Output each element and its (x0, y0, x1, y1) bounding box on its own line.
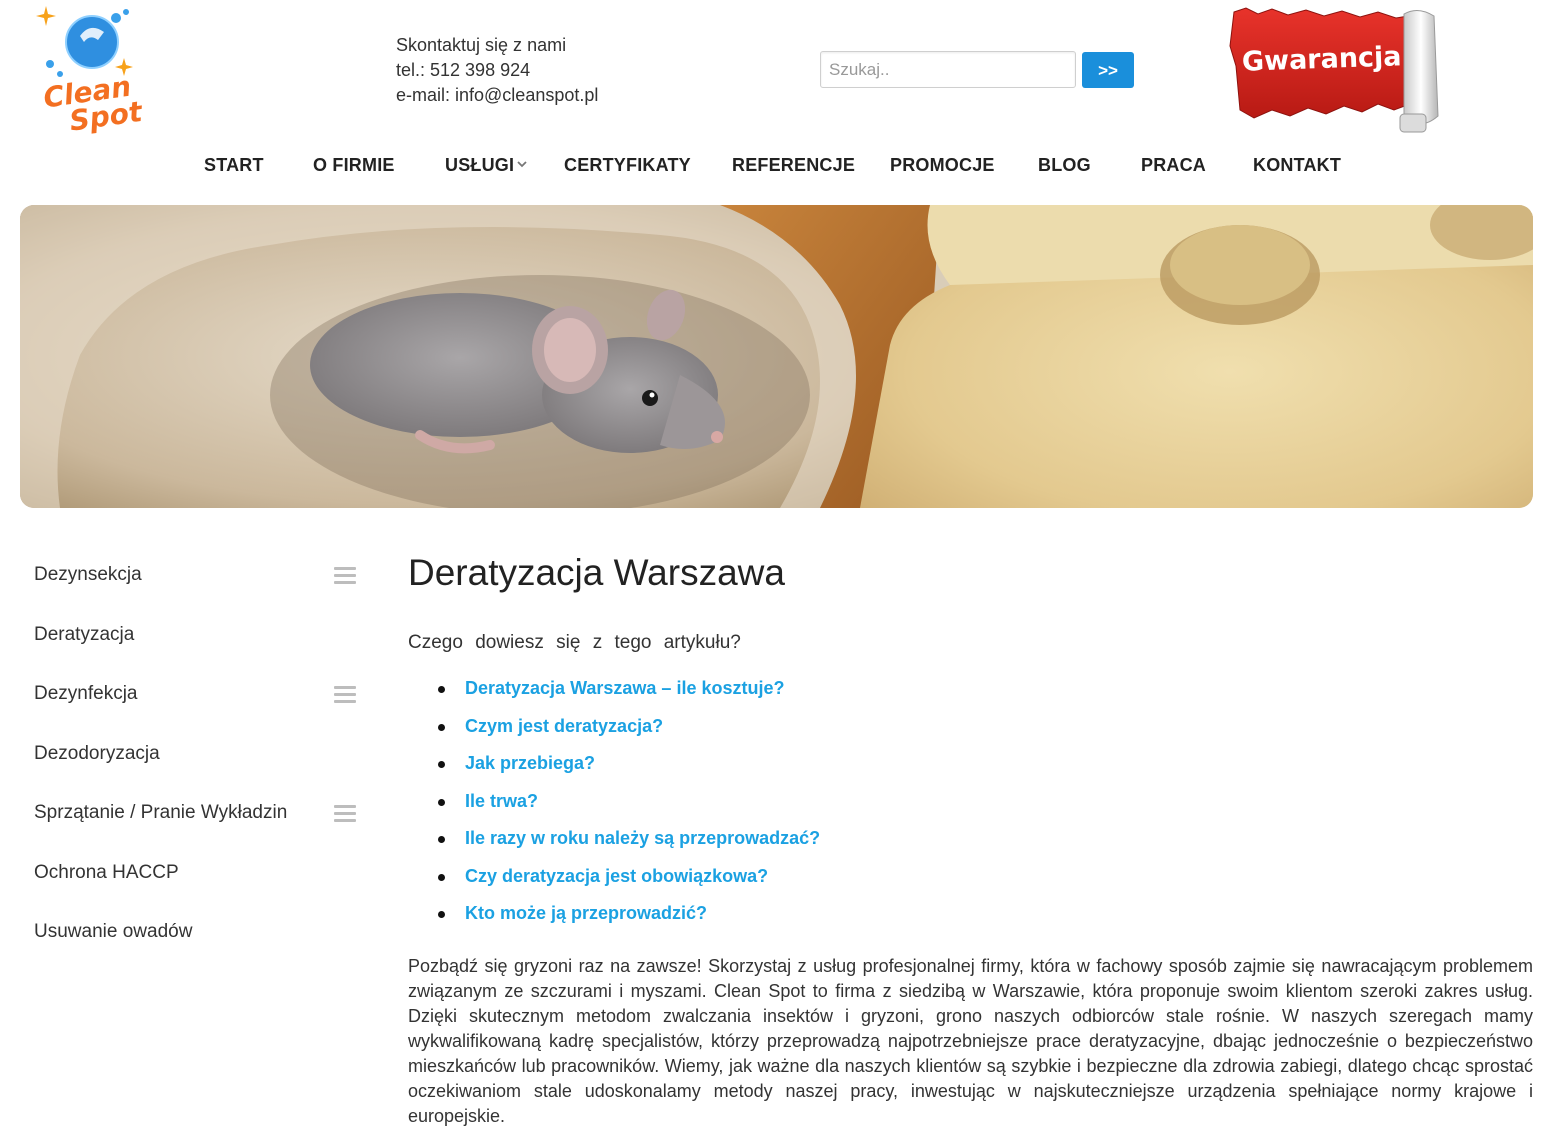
chevron-down-icon[interactable] (517, 159, 527, 169)
hero-banner-image (20, 205, 1533, 508)
article-intro: Czego dowiesz się z tego artykułu? (408, 632, 741, 653)
sidebar-item-haccp[interactable]: Ochrona HACCP (34, 846, 364, 886)
sidebar-item-label: Sprzątanie / Pranie Wykładzin (34, 802, 288, 823)
sidebar-item-deratyzacja[interactable]: Deratyzacja (34, 608, 364, 648)
toc-link[interactable]: Jak przebiega? (465, 753, 595, 774)
nav-praca[interactable]: PRACA (1141, 155, 1206, 176)
guarantee-banner[interactable]: Gwarancja (1228, 6, 1456, 138)
sidebar-item-label: Usuwanie owadów (34, 921, 193, 942)
bullet-icon (438, 798, 445, 806)
sidebar-item-label: Ochrona HACCP (34, 862, 179, 883)
toc-link[interactable]: Czy deratyzacja jest obowiązkowa? (465, 866, 768, 887)
nav-uslugi[interactable]: USŁUGI (445, 155, 514, 176)
sidebar-item-label: Dezynfekcja (34, 683, 138, 704)
contact-phone[interactable]: tel.: 512 398 924 (396, 58, 598, 83)
toc-link[interactable]: Czym jest deratyzacja? (465, 716, 663, 737)
sidebar-item-dezodoryzacja[interactable]: Dezodoryzacja (34, 727, 364, 767)
contact-email[interactable]: e-mail: info@cleanspot.pl (396, 83, 598, 108)
nav-promocje[interactable]: PROMOCJE (890, 155, 995, 176)
menu-icon[interactable] (334, 805, 356, 823)
bullet-icon (438, 686, 445, 693)
nav-blog[interactable]: BLOG (1038, 155, 1091, 176)
menu-icon[interactable] (334, 686, 356, 704)
page-title: Deratyzacja Warszawa (408, 552, 785, 593)
guarantee-label: Gwarancja (1241, 41, 1402, 78)
toc-link[interactable]: Deratyzacja Warszawa – ile kosztuje? (465, 678, 784, 699)
nav-certyfikaty[interactable]: CERTYFIKATY (564, 155, 691, 176)
bullet-icon (438, 836, 445, 843)
menu-icon[interactable] (334, 567, 356, 585)
search-form: >> (820, 51, 1134, 88)
bullet-icon (438, 911, 445, 918)
sidebar-item-dezynsekcja[interactable]: Dezynsekcja (34, 548, 364, 588)
contact-info: Skontaktuj się z nami tel.: 512 398 924 … (396, 33, 598, 108)
toc-link[interactable]: Ile trwa? (465, 791, 538, 812)
sidebar-item-label: Dezynsekcja (34, 564, 142, 585)
bullet-icon (438, 761, 445, 768)
sidebar-item-dezynfekcja[interactable]: Dezynfekcja (34, 667, 364, 707)
nav-o-firmie[interactable]: O FIRMIE (313, 155, 395, 176)
nav-kontakt[interactable]: KONTAKT (1253, 155, 1341, 176)
nav-referencje[interactable]: REFERENCJE (732, 155, 855, 176)
sidebar-item-usuwanie-owadow[interactable]: Usuwanie owadów (34, 905, 364, 945)
search-input[interactable] (820, 51, 1076, 88)
toc-link[interactable]: Ile razy w roku należy są przeprowadzać? (465, 828, 820, 849)
clean-spot-logo[interactable]: Clean Spot (30, 4, 146, 138)
bullet-icon (438, 723, 445, 731)
article-paragraph: Pozbądź się gryzoni raz na zawsze! Skorz… (408, 956, 1533, 1126)
sidebar-item-label: Dezodoryzacja (34, 743, 160, 764)
bullet-icon (438, 873, 445, 881)
toc-link[interactable]: Kto może ją przeprowadzić? (465, 903, 707, 924)
sidebar-item-sprzatanie[interactable]: Sprzątanie / Pranie Wykładzin (34, 786, 364, 826)
search-button[interactable]: >> (1082, 52, 1134, 88)
contact-heading: Skontaktuj się z nami (396, 35, 567, 55)
sidebar-item-label: Deratyzacja (34, 624, 135, 645)
main-navigation: START O FIRMIE USŁUGI CERTYFIKATY REFERE… (0, 155, 1553, 179)
nav-start[interactable]: START (204, 155, 264, 176)
